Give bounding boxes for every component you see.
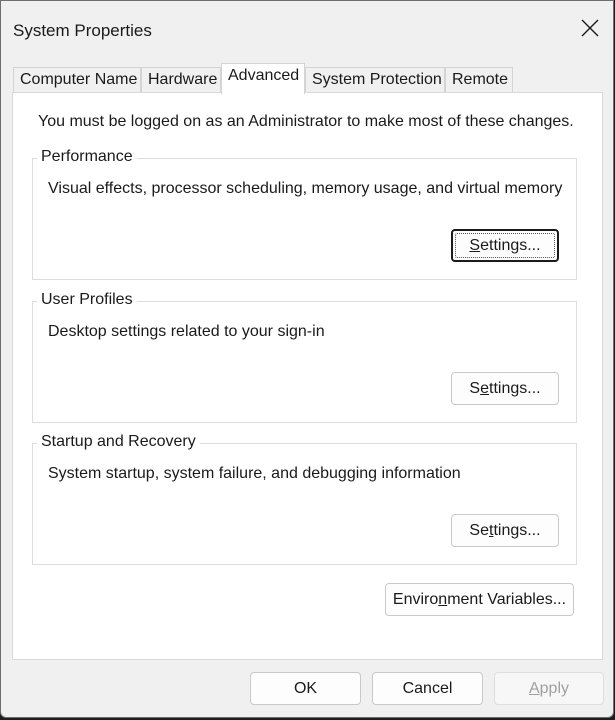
- tab-strip: Computer Name Hardware Advanced System P…: [13, 63, 513, 94]
- apply-button-label: Apply: [528, 679, 570, 697]
- close-icon: [581, 19, 599, 42]
- title-bar: System Properties: [1, 1, 613, 61]
- startup-recovery-group: Startup and Recovery System startup, sys…: [32, 433, 577, 565]
- environment-variables-button[interactable]: Environment Variables...: [385, 583, 574, 616]
- user-profiles-settings-button[interactable]: Settings...: [451, 372, 559, 405]
- system-properties-window: System Properties Computer Name Hardware…: [0, 0, 614, 718]
- performance-label: Performance: [37, 148, 137, 166]
- startup-recovery-description: System startup, system failure, and debu…: [48, 465, 461, 482]
- ok-button[interactable]: OK: [250, 672, 361, 705]
- performance-settings-button[interactable]: Settings...: [451, 229, 559, 262]
- performance-description: Visual effects, processor scheduling, me…: [48, 180, 563, 197]
- advanced-tab-panel: You must be logged on as an Administrato…: [12, 92, 603, 660]
- startup-recovery-settings-button[interactable]: Settings...: [451, 514, 559, 547]
- environment-variables-button-label: Environment Variables...: [392, 590, 567, 608]
- tab-computer-name[interactable]: Computer Name: [13, 67, 141, 93]
- user-profiles-group: User Profiles Desktop settings related t…: [32, 291, 577, 423]
- startup-recovery-settings-button-label: Settings...: [469, 521, 541, 539]
- cancel-button[interactable]: Cancel: [372, 672, 483, 705]
- tab-advanced[interactable]: Advanced: [221, 63, 305, 94]
- tab-system-protection[interactable]: System Protection: [305, 67, 445, 93]
- admin-note: You must be logged on as an Administrato…: [38, 113, 574, 130]
- tab-hardware[interactable]: Hardware: [141, 67, 221, 93]
- user-profiles-settings-button-label: Settings...: [469, 379, 541, 397]
- performance-settings-button-label: Settings...: [469, 236, 541, 254]
- close-button[interactable]: [575, 15, 605, 45]
- apply-button[interactable]: Apply: [494, 672, 604, 705]
- startup-recovery-label: Startup and Recovery: [37, 433, 200, 451]
- tab-remote[interactable]: Remote: [445, 67, 513, 93]
- user-profiles-description: Desktop settings related to your sign-in: [48, 323, 325, 340]
- window-title: System Properties: [13, 21, 152, 40]
- user-profiles-label: User Profiles: [37, 291, 137, 309]
- performance-group: Performance Visual effects, processor sc…: [32, 148, 577, 280]
